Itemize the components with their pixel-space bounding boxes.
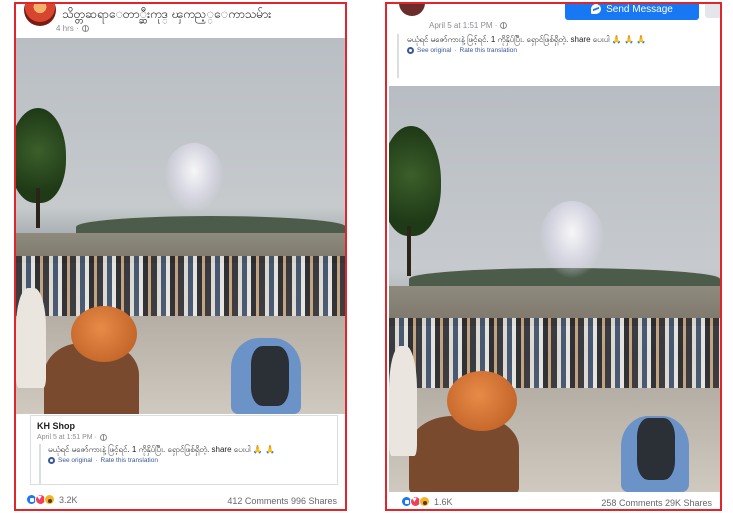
post-time[interactable]: 4 hrs · <box>56 24 79 33</box>
post-photo[interactable] <box>389 86 720 492</box>
backpack <box>637 418 675 480</box>
separator: · <box>95 457 98 464</box>
orange-hat <box>447 371 517 431</box>
shares-count[interactable]: 29K Shares <box>665 498 712 508</box>
post-photo[interactable] <box>16 38 345 414</box>
shared-text-block: မယုံရင် မဇော်ကားနဲ့ ဖြင့်ရင်. 1 ကိုနှိပ်… <box>39 444 335 484</box>
buddha-apparition <box>539 201 605 279</box>
send-message-button[interactable]: Send Message <box>565 3 699 20</box>
post-date[interactable]: April 5 at 1:51 PM · <box>429 21 497 30</box>
globe-icon <box>81 25 89 32</box>
shared-author[interactable]: KH Shop <box>37 421 75 431</box>
engagement-stats: 412 Comments 996 Shares <box>227 496 337 506</box>
separator: · <box>454 47 457 54</box>
crowd <box>389 318 720 388</box>
globe-icon <box>500 22 508 29</box>
send-message-label: Send Message <box>606 3 673 15</box>
tree-trunk <box>36 188 40 228</box>
shared-post-card[interactable]: KH Shop April 5 at 1:51 PM · မယုံရင် မဇေ… <box>30 415 338 485</box>
page-name[interactable]: သိတ္တဆရာေတာ္ဆီးကုဒ္ ၾကည့္ေကာသမ်ား <box>62 6 271 24</box>
reaction-count[interactable]: 1.6K <box>434 497 453 507</box>
tree-trunk <box>407 226 411 276</box>
engagement-stats: 258 Comments 29K Shares <box>601 498 712 508</box>
page-avatar[interactable] <box>24 4 56 26</box>
foreground-person-left <box>389 346 417 456</box>
comments-count[interactable]: 412 Comments <box>227 496 288 506</box>
shared-date[interactable]: April 5 at 1:51 PM · <box>37 434 97 441</box>
author-avatar[interactable] <box>399 4 425 16</box>
post-meta: 4 hrs · <box>56 24 89 33</box>
reaction-bar[interactable]: 1.6K <box>401 495 453 507</box>
comments-count[interactable]: 258 Comments <box>601 498 662 508</box>
rate-translation-link[interactable]: Rate this translation <box>101 457 158 464</box>
reaction-icons <box>401 495 430 507</box>
orange-hat <box>71 306 137 362</box>
backpack <box>251 346 289 406</box>
translation-row: See original · Rate this translation <box>407 47 715 54</box>
settings-icon[interactable] <box>48 457 55 464</box>
foreground-person-left <box>16 288 46 388</box>
shared-meta: April 5 at 1:51 PM · <box>37 434 107 441</box>
tree-left <box>389 126 441 236</box>
wow-icon <box>419 496 430 507</box>
reaction-count[interactable]: 3.2K <box>59 495 78 505</box>
see-original-link[interactable]: See original <box>417 47 451 54</box>
more-options-button[interactable] <box>705 4 720 18</box>
shares-count[interactable]: 996 Shares <box>291 496 337 506</box>
tree-left <box>16 108 66 203</box>
woman-in-hat <box>409 416 519 492</box>
left-post-screenshot: သိတ္တဆရာေတာ္ဆီးကုဒ္ ၾကည့္ေကာသမ်ား 4 hrs … <box>14 2 347 511</box>
reaction-bar[interactable]: 3.2K <box>26 493 78 505</box>
post-header: April 5 at 1:51 PM · Send Message မယုံရင… <box>387 4 720 86</box>
post-text: မယုံရင် မဇော်ကားနဲ့ ဖြင့်ရင်. 1 ကိုနှိပ်… <box>407 35 647 44</box>
post-text-block: မယုံရင် မဇော်ကားနဲ့ ဖြင့်ရင်. 1 ကိုနှိပ်… <box>397 34 715 78</box>
post-meta: April 5 at 1:51 PM · <box>429 21 508 30</box>
post-text: မယုံရင် မဇော်ကားနဲ့ ဖြင့်ရင်. 1 ကိုနှိပ်… <box>48 445 276 454</box>
messenger-icon <box>591 4 602 14</box>
globe-icon <box>99 434 107 441</box>
right-post-screenshot: April 5 at 1:51 PM · Send Message မယုံရင… <box>385 2 722 511</box>
crowd <box>16 256 345 316</box>
rate-translation-link[interactable]: Rate this translation <box>460 47 517 54</box>
buddha-apparition <box>164 143 224 213</box>
settings-icon[interactable] <box>407 47 414 54</box>
wow-icon <box>44 494 55 505</box>
post-header: သိတ္တဆရာေတာ္ဆီးကုဒ္ ၾကည့္ေကာသမ်ား 4 hrs … <box>16 4 345 38</box>
see-original-link[interactable]: See original <box>58 457 92 464</box>
reaction-icons <box>26 493 55 505</box>
translation-row: See original · Rate this translation <box>48 457 335 464</box>
